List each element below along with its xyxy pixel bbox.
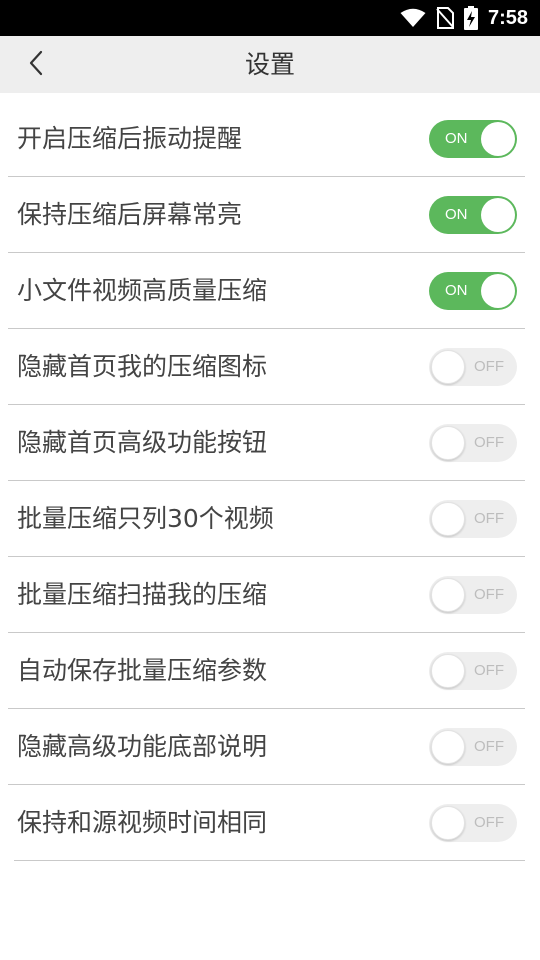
toggle-state-text: OFF [474, 586, 504, 603]
setting-row-auto-save-params: 自动保存批量压缩参数 OFF [8, 633, 525, 709]
toggle-state-text: OFF [474, 434, 504, 451]
toggle-knob [481, 122, 515, 156]
status-time: 7:58 [487, 6, 528, 29]
toggle-state-text: OFF [474, 662, 504, 679]
toggle-knob [431, 806, 465, 840]
toggle-state-text: OFF [474, 814, 504, 831]
setting-label: 开启压缩后振动提醒 [17, 124, 243, 153]
auto-save-params-toggle[interactable]: OFF [429, 652, 517, 690]
setting-label: 批量压缩扫描我的压缩 [17, 580, 268, 609]
back-button[interactable] [14, 44, 58, 86]
settings-list: 开启压缩后振动提醒 ON 保持压缩后屏幕常亮 ON 小文件视频高质量压缩 ON … [8, 101, 525, 861]
toggle-state-text: ON [445, 282, 468, 299]
screen-on-toggle[interactable]: ON [429, 196, 517, 234]
batch-scan-toggle[interactable]: OFF [429, 576, 517, 614]
batch-30-toggle[interactable]: OFF [429, 500, 517, 538]
toggle-knob [431, 654, 465, 688]
hide-advanced-footer-toggle[interactable]: OFF [429, 728, 517, 766]
app-bar: 设置 [0, 36, 540, 93]
chevron-left-icon [28, 50, 44, 80]
toggle-knob [431, 578, 465, 612]
no-sim-icon [436, 7, 454, 29]
toggle-knob [431, 350, 465, 384]
toggle-knob [481, 274, 515, 308]
hide-advanced-button-toggle[interactable]: OFF [429, 424, 517, 462]
toggle-knob [431, 730, 465, 764]
setting-row-hide-my-compress: 隐藏首页我的压缩图标 OFF [8, 329, 525, 405]
setting-label: 批量压缩只列30个视频 [17, 504, 274, 533]
setting-label: 小文件视频高质量压缩 [17, 276, 268, 305]
status-bar: 7:58 [0, 0, 540, 36]
setting-row-vibrate: 开启压缩后振动提醒 ON [8, 101, 525, 177]
setting-row-batch-scan: 批量压缩扫描我的压缩 OFF [8, 557, 525, 633]
status-icons: 7:58 [390, 0, 528, 36]
toggle-state-text: ON [445, 130, 468, 147]
setting-row-keep-source-time: 保持和源视频时间相同 OFF [14, 785, 525, 861]
hide-my-compress-toggle[interactable]: OFF [429, 348, 517, 386]
toggle-state-text: OFF [474, 358, 504, 375]
toggle-state-text: OFF [474, 510, 504, 527]
wifi-icon [400, 8, 426, 28]
toggle-knob [481, 198, 515, 232]
setting-label: 保持和源视频时间相同 [17, 808, 268, 837]
setting-row-batch-30: 批量压缩只列30个视频 OFF [8, 481, 525, 557]
setting-label: 隐藏首页我的压缩图标 [17, 352, 268, 381]
page-title: 设置 [244, 50, 295, 79]
toggle-state-text: OFF [474, 738, 504, 755]
setting-row-hide-advanced-button: 隐藏首页高级功能按钮 OFF [8, 405, 525, 481]
setting-label: 保持压缩后屏幕常亮 [17, 200, 243, 229]
high-quality-toggle[interactable]: ON [429, 272, 517, 310]
setting-row-hide-advanced-footer: 隐藏高级功能底部说明 OFF [8, 709, 525, 785]
toggle-state-text: ON [445, 206, 468, 223]
setting-row-high-quality: 小文件视频高质量压缩 ON [8, 253, 525, 329]
battery-charging-icon [463, 6, 478, 30]
vibrate-toggle[interactable]: ON [429, 120, 517, 158]
setting-label: 自动保存批量压缩参数 [17, 656, 268, 685]
setting-row-screen-on: 保持压缩后屏幕常亮 ON [8, 177, 525, 253]
setting-label: 隐藏首页高级功能按钮 [17, 428, 268, 457]
setting-label: 隐藏高级功能底部说明 [17, 732, 268, 761]
toggle-knob [431, 502, 465, 536]
keep-source-time-toggle[interactable]: OFF [429, 804, 517, 842]
toggle-knob [431, 426, 465, 460]
